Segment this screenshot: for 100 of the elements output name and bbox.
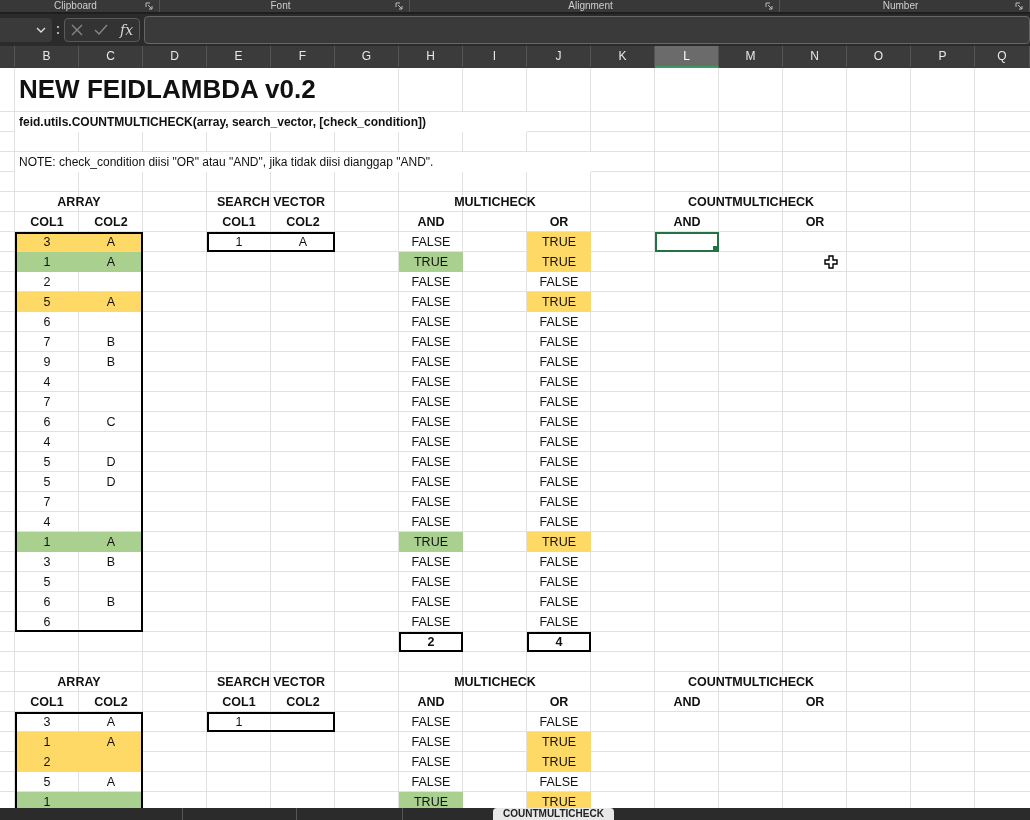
table-cell: TRUE (399, 532, 463, 552)
table-cell-text: 6 (42, 314, 52, 331)
table-cell-text: FALSE (410, 334, 452, 351)
section-title: SEARCH VECTOR (215, 674, 327, 691)
table-cell: A (79, 252, 143, 272)
table-cell-text: FALSE (410, 234, 452, 251)
table-cell: 5 (15, 292, 79, 312)
table-cell-text: FALSE (410, 714, 452, 731)
column-heading: COL1 (221, 694, 257, 711)
table-cell-text: FALSE (410, 474, 452, 491)
table-cell-text: FALSE (538, 614, 580, 631)
table-cell-text: 4 (42, 434, 52, 451)
column-header[interactable]: L (655, 46, 719, 68)
table-cell-text: FALSE (410, 434, 452, 451)
ribbon-group-label: Number (882, 0, 919, 12)
table-cell-text: FALSE (538, 594, 580, 611)
table-cell: TRUE (527, 292, 591, 312)
active-cell[interactable] (655, 232, 719, 252)
table-cell-text: 6 (42, 594, 52, 611)
table-cell-text: FALSE (410, 614, 452, 631)
table-cell: 1 (15, 252, 79, 272)
section-title: ARRAY (56, 674, 102, 691)
table-cell-text: FALSE (410, 754, 452, 771)
table-cell-text: 7 (42, 394, 52, 411)
table-cell: TRUE (527, 792, 591, 808)
table-cell-text: 2 (42, 274, 52, 291)
section-title: COUNTMULTICHECK (686, 194, 816, 211)
column-heading: COL2 (285, 214, 321, 231)
table-cell-text: A (105, 774, 117, 791)
function-signature: feid.utils.COUNTMULTICHECK(array, search_vector, [check_condition]) (15, 112, 527, 132)
column-heading: COL2 (285, 694, 321, 711)
table-cell-text: 3 (42, 714, 52, 731)
cancel-icon[interactable] (70, 24, 83, 36)
column-heading: AND (416, 214, 446, 231)
table-cell-text: FALSE (410, 314, 452, 331)
table-cell-text: B (105, 554, 117, 571)
table-cell-text: 4 (42, 514, 52, 531)
table-cell-text: FALSE (410, 394, 452, 411)
table-cell-text: FALSE (410, 554, 452, 571)
table-cell: 1 (15, 792, 79, 808)
table-cell-text: FALSE (410, 374, 452, 391)
table-cell-text: FALSE (538, 514, 580, 531)
table-cell-text: FALSE (538, 394, 580, 411)
total-cell: 2 (399, 632, 463, 652)
table-cell-text: 6 (42, 414, 52, 431)
check-icon[interactable] (94, 24, 109, 36)
column-heading: COL2 (93, 214, 129, 231)
total-cell: 4 (527, 632, 591, 652)
section-title: MULTICHECK (453, 674, 537, 691)
table-cell-text: FALSE (410, 274, 452, 291)
sheet-tab[interactable]: COUNTMULTICHECK (493, 808, 614, 820)
table-cell-text: FALSE (538, 494, 580, 511)
column-heading: AND (672, 694, 702, 711)
table-cell-text: 1 (234, 234, 244, 251)
table-cell-text: A (105, 714, 117, 731)
table-cell-text: D (105, 474, 117, 491)
insert-function-button[interactable]: fx (120, 22, 134, 38)
table-cell-text: FALSE (538, 414, 580, 431)
table-cell-text: FALSE (538, 274, 580, 291)
more-icon[interactable] (56, 24, 60, 36)
column-heading: COL1 (221, 214, 257, 231)
table-cell: 1 (15, 532, 79, 552)
ribbon-group-label: Clipboard (54, 0, 97, 12)
table-cell-text: 5 (42, 474, 52, 491)
table-cell: A (79, 292, 143, 312)
formula-input[interactable] (144, 16, 1030, 44)
table-cell-text: 4 (42, 374, 52, 391)
table-cell-text: FALSE (410, 414, 452, 431)
column-heading: OR (548, 214, 570, 231)
table-cell-text: FALSE (410, 774, 452, 791)
launcher-icon[interactable] (765, 2, 773, 10)
column-heading: COL1 (29, 214, 65, 231)
table-cell-text: FALSE (538, 334, 580, 351)
caret-icon (36, 27, 46, 33)
column-heading: OR (804, 694, 826, 711)
table-cell-text: 1 (234, 714, 244, 731)
section-title: MULTICHECK (453, 194, 537, 211)
table-cell-text: B (105, 334, 117, 351)
table-cell: A (79, 732, 143, 752)
table-cell-text: 6 (42, 614, 52, 631)
table-cell-text: FALSE (538, 774, 580, 791)
cursor-icon (824, 255, 838, 269)
table-cell-text: FALSE (538, 474, 580, 491)
column-heading: OR (548, 694, 570, 711)
table-cell: 2 (15, 752, 79, 772)
launcher-icon[interactable] (1015, 2, 1023, 10)
table-cell-text: FALSE (538, 374, 580, 391)
launcher-icon[interactable] (395, 2, 403, 10)
table-cell-text: 7 (42, 334, 52, 351)
table-cell: TRUE (527, 232, 591, 252)
table-cell-text: 5 (42, 454, 52, 471)
ribbon-group-label: Font (270, 0, 291, 12)
table-cell-text: D (105, 454, 117, 471)
launcher-icon[interactable] (145, 2, 153, 10)
table-cell-text: FALSE (410, 494, 452, 511)
table-cell-text: FALSE (410, 574, 452, 591)
ribbon-group-label: Alignment (568, 0, 613, 12)
table-cell-text: FALSE (410, 594, 452, 611)
table-cell: TRUE (399, 792, 463, 808)
table-cell-text: FALSE (410, 514, 452, 531)
